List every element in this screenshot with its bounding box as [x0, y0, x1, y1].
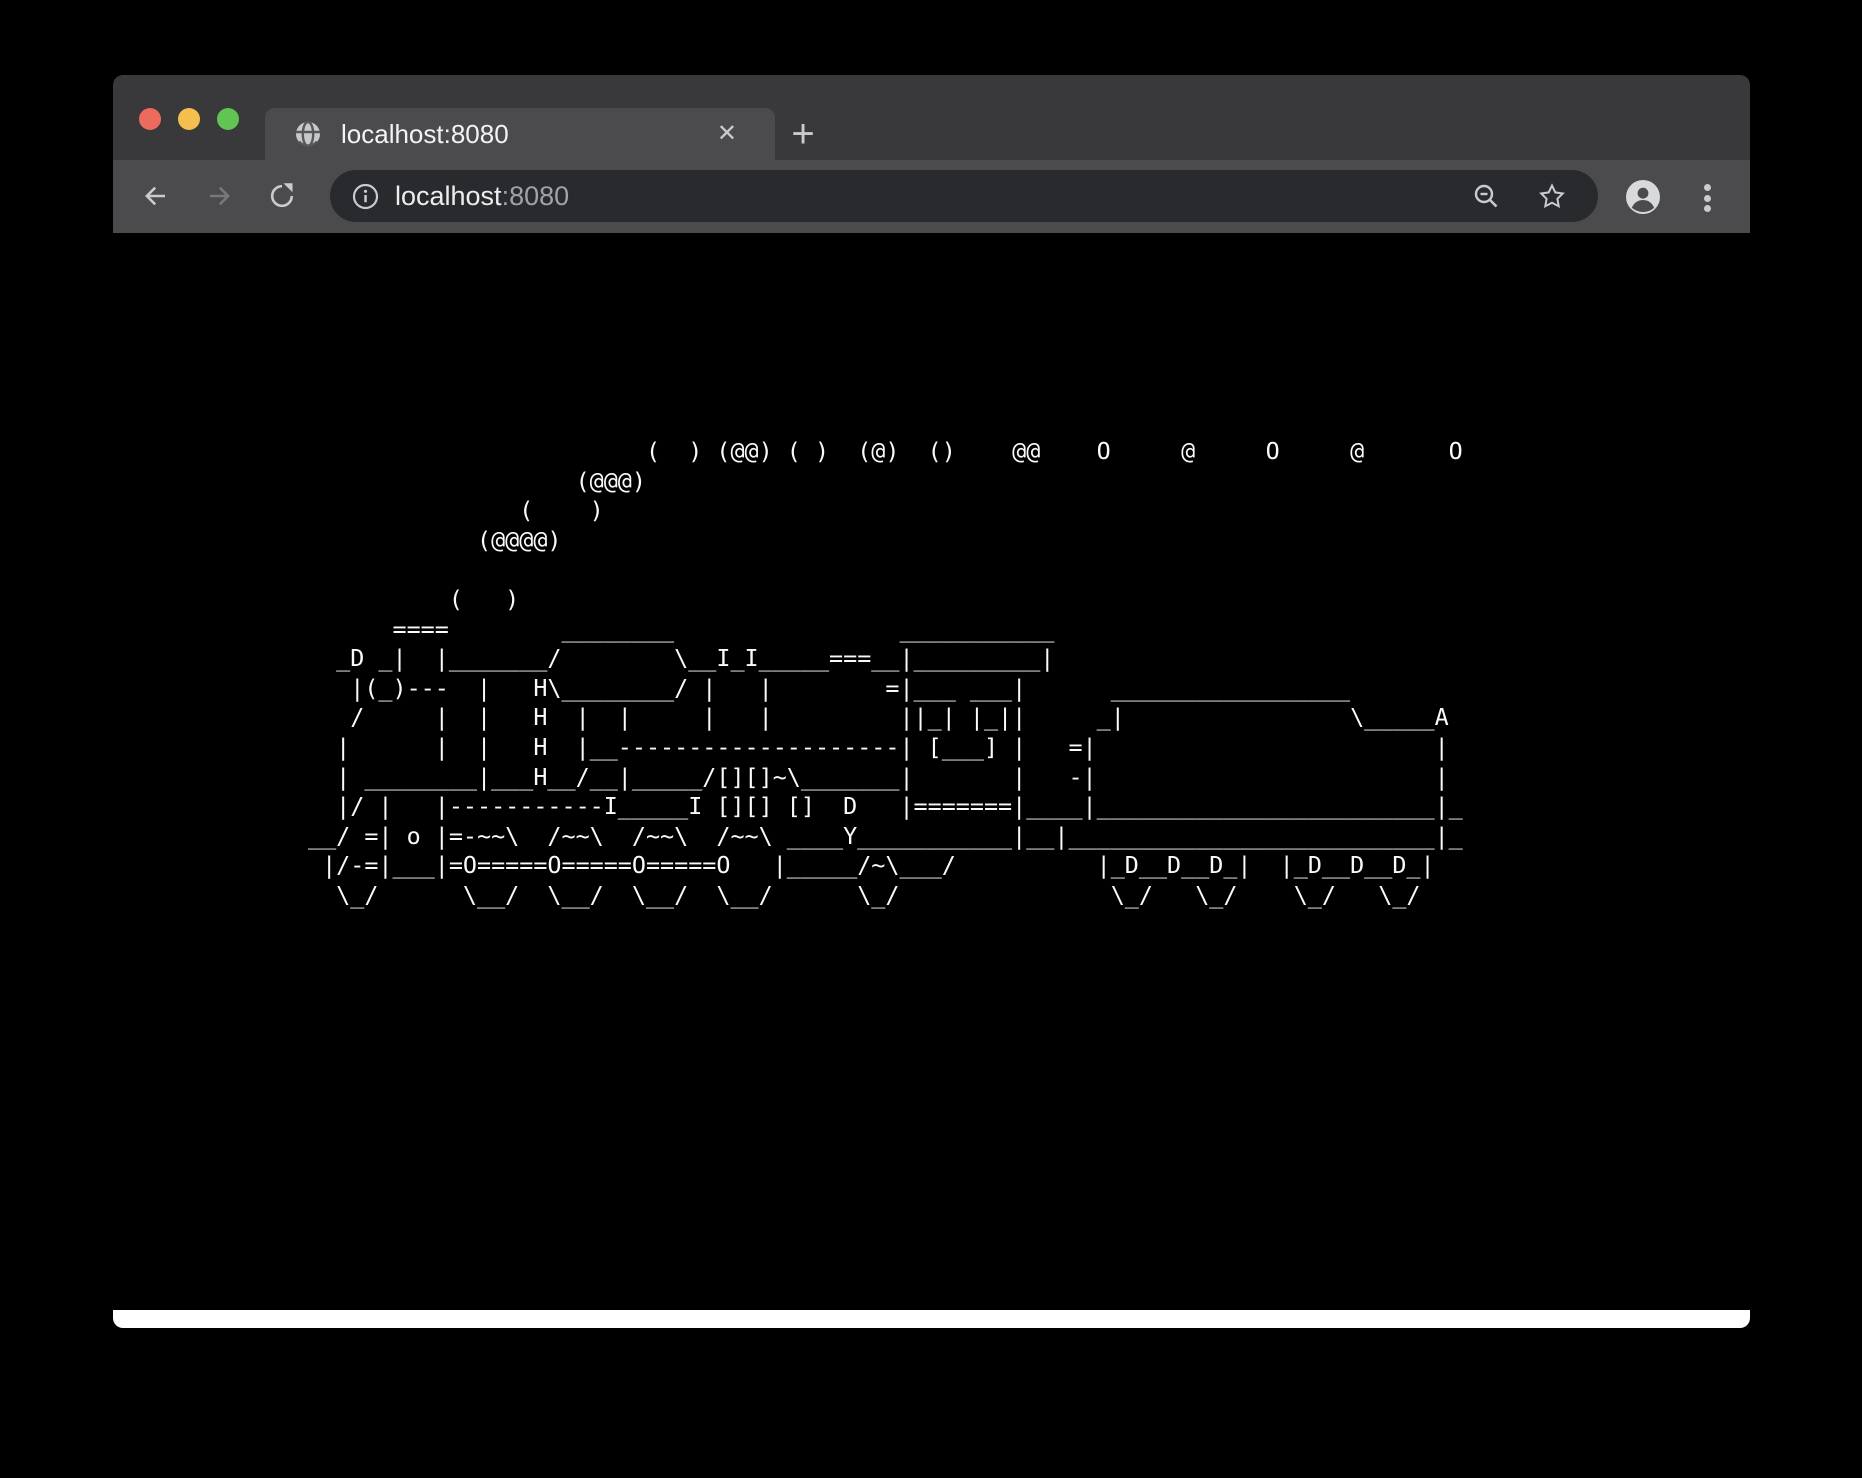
forward-icon[interactable] [206, 182, 234, 210]
browser-menu-icon[interactable] [1704, 184, 1712, 212]
minimize-window-button[interactable] [178, 108, 200, 130]
reload-icon[interactable] [268, 182, 296, 210]
bookmark-star-icon[interactable] [1538, 182, 1566, 210]
zoom-window-button[interactable] [217, 108, 239, 130]
tab-localhost[interactable]: localhost:8080 ✕ [265, 108, 775, 160]
tab-title: localhost:8080 [341, 119, 717, 150]
ascii-train-art: ( ) (@@) ( ) (@) () @@ O @ O @ O (@@@) (… [308, 437, 1463, 911]
new-tab-button[interactable]: + [775, 108, 831, 160]
window-controls [139, 108, 239, 130]
url-host: localhost [395, 181, 502, 211]
tab-close-icon[interactable]: ✕ [717, 122, 737, 146]
tab-strip: localhost:8080 ✕ + [113, 75, 1750, 160]
toolbar: localhost:8080 [113, 160, 1750, 233]
url-text[interactable]: localhost:8080 [395, 181, 1472, 212]
profile-avatar-icon[interactable] [1626, 180, 1660, 214]
page-content: ( ) (@@) ( ) (@) () @@ O @ O @ O (@@@) (… [113, 233, 1750, 1310]
browser-window: localhost:8080 ✕ + localhost:8080 [113, 75, 1750, 1328]
close-window-button[interactable] [139, 108, 161, 130]
zoom-out-icon[interactable] [1472, 182, 1500, 210]
globe-favicon-icon [295, 121, 321, 147]
back-icon[interactable] [141, 182, 169, 210]
address-bar[interactable]: localhost:8080 [330, 170, 1598, 222]
url-port: :8080 [502, 181, 570, 211]
window-bottom-strip [113, 1310, 1750, 1328]
info-icon[interactable] [352, 183, 379, 210]
